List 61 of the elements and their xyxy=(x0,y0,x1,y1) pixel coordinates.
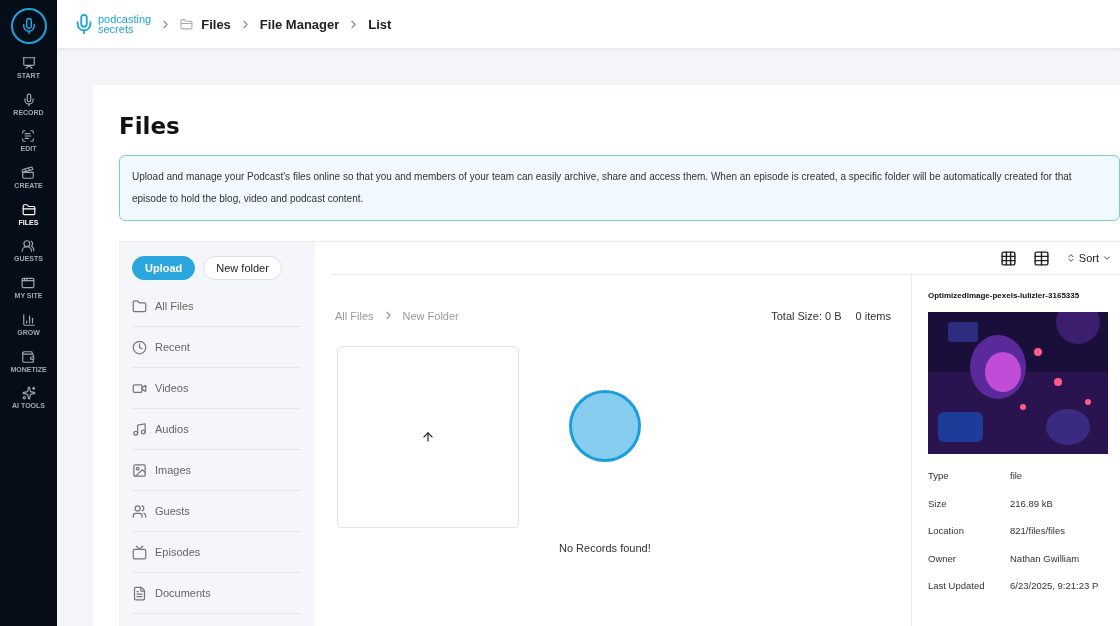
detail-label: Owner xyxy=(928,552,957,564)
folder-icon xyxy=(132,298,147,314)
breadcrumb-link[interactable]: List xyxy=(368,16,392,32)
detail-label: Size xyxy=(928,497,948,509)
detail-value: 821/files/files xyxy=(1010,525,1065,537)
folder-icon xyxy=(21,202,36,217)
breadcrumb-link[interactable]: File Manager xyxy=(259,16,340,32)
total-size: Total Size: 0 B xyxy=(771,309,842,322)
chevron-icon xyxy=(1102,253,1112,263)
folder-item[interactable]: Guests xyxy=(132,491,301,532)
tv-icon xyxy=(132,544,147,560)
folder-item[interactable]: Videos xyxy=(132,368,301,409)
microphone-icon xyxy=(21,92,36,107)
file-name: OptimizedImage-pexels-lulizler-3165335 xyxy=(928,291,1081,300)
detail-value: Nathan Gwilliam xyxy=(1010,552,1080,564)
users-icon xyxy=(21,239,36,254)
detail-value: file xyxy=(1010,470,1023,482)
sort-button[interactable]: Sort xyxy=(1065,252,1112,264)
folder-label: Recent xyxy=(155,341,190,353)
folder-item[interactable]: Episodes xyxy=(132,532,301,573)
new-folder-button[interactable]: New folder xyxy=(203,256,282,280)
folder-label: Guests xyxy=(155,505,190,517)
window-icon xyxy=(21,276,36,291)
document-icon xyxy=(132,585,147,601)
bar-chart-icon xyxy=(21,312,36,327)
wallet-icon xyxy=(21,349,36,364)
page-title: Files xyxy=(119,113,181,139)
folder-item[interactable]: Audios xyxy=(132,409,301,450)
folder-item[interactable]: Documents xyxy=(132,573,301,614)
folder-item[interactable]: All Files xyxy=(132,286,301,327)
detail-value: 216.89 kB xyxy=(1010,497,1053,509)
folder-label: All Files xyxy=(155,300,194,312)
folder-item[interactable]: Recent xyxy=(132,327,301,368)
folder-item[interactable]: Images xyxy=(132,450,301,491)
grid-view-button[interactable] xyxy=(999,249,1017,267)
music-note-icon xyxy=(132,421,147,437)
detail-label: Location xyxy=(928,525,965,537)
empty-message: No Records found! xyxy=(559,542,651,554)
logo-icon[interactable] xyxy=(10,8,47,44)
breadcrumb-link[interactable]: Files xyxy=(201,16,231,32)
document-icon xyxy=(21,129,36,144)
detail-value: 6/23/2025, 9:21:23 P xyxy=(1010,580,1099,592)
users-icon xyxy=(132,503,147,519)
folder-label: Videos xyxy=(155,382,189,394)
item-count: 0 items xyxy=(855,309,891,322)
list-view-button[interactable] xyxy=(1032,249,1050,267)
sparkles-icon xyxy=(21,386,36,401)
detail-label: Type xyxy=(928,470,950,482)
clock-icon xyxy=(132,339,147,355)
parent-folder-tile[interactable] xyxy=(337,346,519,528)
info-text: Upload and manage your Podcast's files online so that you and members of your team can easily archive, share and access them. When an episode is created, a specific folder will be automatically created for that episode to hold the blog, video and podcast content. xyxy=(119,155,1120,221)
folder-label: Documents xyxy=(155,587,211,599)
clapperboard-icon xyxy=(21,166,36,181)
detail-label: Last Updated xyxy=(928,580,986,592)
folder-label: Images xyxy=(155,464,192,476)
sort-icon xyxy=(1065,253,1076,263)
folder-label: Episodes xyxy=(155,546,201,558)
folder-label: Audios xyxy=(155,423,189,435)
board-icon xyxy=(21,56,36,70)
folder-icon xyxy=(180,17,194,31)
image-icon xyxy=(132,462,147,478)
